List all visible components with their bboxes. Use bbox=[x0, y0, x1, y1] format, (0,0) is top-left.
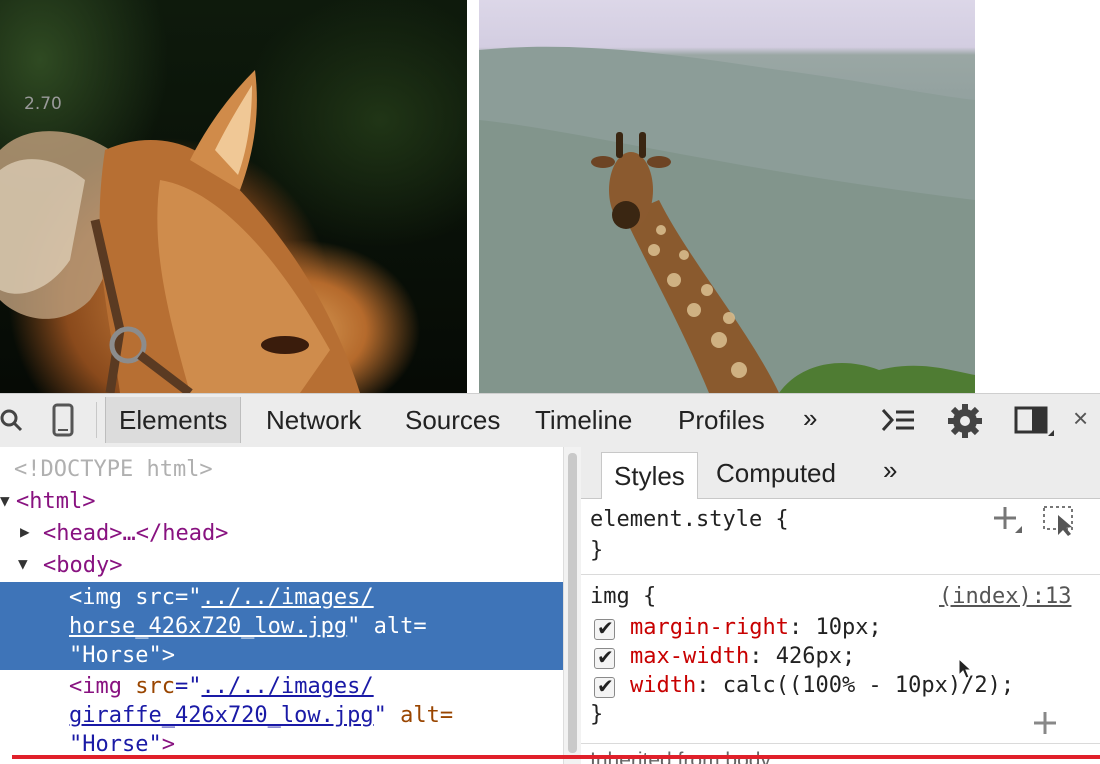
img-node-line2: giraffe_426x720_low.jpg" alt= bbox=[69, 700, 453, 731]
max-width-declaration[interactable]: max-width: 426px; bbox=[630, 644, 855, 669]
alt-attr-name: alt bbox=[373, 614, 414, 639]
progress-underline bbox=[12, 755, 1100, 759]
selected-img-node[interactable]: <img src="../../images/ horse_426x720_lo… bbox=[0, 582, 563, 670]
doctype-node[interactable]: <!DOCTYPE html> bbox=[14, 454, 213, 485]
margin-right-checkbox[interactable]: ✔ bbox=[594, 618, 615, 640]
alt-attr-name: alt bbox=[400, 703, 440, 728]
element-state-icon[interactable] bbox=[1041, 503, 1079, 542]
page-background bbox=[975, 0, 1100, 393]
devtools-toolbar: Elements Network Sources Timeline Profil… bbox=[0, 393, 1100, 448]
alt-attr-eq: = bbox=[439, 703, 454, 728]
new-style-rule-icon[interactable] bbox=[991, 503, 1025, 542]
css-property: width bbox=[630, 673, 697, 698]
src-attr-name: src bbox=[135, 585, 175, 610]
tab-styles[interactable]: Styles bbox=[601, 452, 698, 499]
expand-triangle-icon[interactable]: ▶ bbox=[20, 522, 30, 541]
styles-sidebar: Styles Computed » element.style { } img … bbox=[581, 447, 1100, 764]
sidebar-tabs: Styles Computed » bbox=[581, 447, 1100, 499]
horse-image bbox=[0, 0, 467, 393]
rule-divider bbox=[581, 743, 1100, 744]
element-style-selector[interactable]: element.style { bbox=[590, 507, 789, 532]
fps-counter: 2.70 bbox=[24, 94, 62, 114]
width-declaration[interactable]: width: calc((100% - 10px)/2); bbox=[630, 673, 1014, 698]
img-tag-close: > bbox=[161, 732, 175, 757]
elements-tree: <!DOCTYPE html> ▼ <html> ▶ <head>…</head… bbox=[0, 447, 563, 764]
more-tabs-button[interactable]: » bbox=[803, 403, 817, 434]
img-rule-close-brace: } bbox=[590, 702, 604, 727]
tab-elements[interactable]: Elements bbox=[105, 397, 242, 443]
img-node[interactable]: <img src="../../images/ bbox=[69, 671, 374, 702]
devtools-panel: Elements Network Sources Timeline Profil… bbox=[0, 393, 1100, 764]
src-attr-name: src bbox=[135, 674, 175, 699]
mouse-cursor-icon bbox=[958, 657, 973, 685]
img-tag-open: <img bbox=[69, 674, 122, 699]
giraffe-illustration bbox=[479, 46, 975, 393]
collapse-triangle-icon[interactable]: ▼ bbox=[0, 491, 10, 510]
element-style-close-brace: } bbox=[590, 538, 604, 563]
close-devtools-button[interactable]: × bbox=[1073, 403, 1088, 434]
tab-network[interactable]: Network bbox=[266, 405, 361, 436]
css-property: margin-right bbox=[630, 615, 789, 640]
horse-illustration bbox=[0, 70, 361, 393]
img-tag-open: <img bbox=[69, 585, 122, 610]
img-rule-selector[interactable]: img { bbox=[590, 584, 656, 609]
src-link-continued[interactable]: giraffe_426x720_low.jpg bbox=[69, 703, 374, 728]
rule-source-link[interactable]: (index):13 bbox=[939, 584, 1071, 609]
tab-timeline[interactable]: Timeline bbox=[535, 405, 632, 436]
src-close-quote: " bbox=[373, 703, 387, 728]
settings-gear-icon[interactable] bbox=[946, 402, 984, 445]
max-width-checkbox[interactable]: ✔ bbox=[594, 647, 615, 669]
src-link[interactable]: ../../images/ bbox=[201, 585, 373, 610]
src-attr-eq: =" bbox=[174, 585, 202, 610]
toolbar-separator bbox=[96, 402, 97, 438]
tab-profiles[interactable]: Profiles bbox=[678, 405, 765, 436]
giraffe-image bbox=[479, 0, 975, 393]
page-preview: 2.70 bbox=[0, 0, 1100, 393]
elements-scrollbar[interactable] bbox=[563, 447, 581, 764]
device-mode-icon[interactable] bbox=[52, 403, 74, 442]
body-node[interactable]: <body> bbox=[43, 550, 122, 581]
scrollbar-thumb[interactable] bbox=[568, 453, 577, 753]
alt-value: "Horse" bbox=[69, 732, 162, 757]
css-value: 426px; bbox=[775, 644, 856, 669]
src-close-quote: " bbox=[347, 614, 361, 639]
rule-divider bbox=[581, 574, 1100, 575]
img-tag-close: > bbox=[161, 643, 175, 668]
console-drawer-icon[interactable] bbox=[880, 407, 916, 438]
src-link-continued[interactable]: horse_426x720_low.jpg bbox=[69, 614, 347, 639]
width-checkbox[interactable]: ✔ bbox=[594, 676, 615, 698]
html-node[interactable]: <html> bbox=[16, 486, 95, 517]
tab-computed[interactable]: Computed bbox=[716, 458, 836, 489]
css-value: 10px; bbox=[815, 615, 882, 640]
css-property: max-width bbox=[630, 644, 750, 669]
add-property-icon[interactable] bbox=[1032, 710, 1058, 741]
tab-sources[interactable]: Sources bbox=[405, 405, 500, 436]
src-attr-eq: =" bbox=[174, 674, 202, 699]
collapse-triangle-icon[interactable]: ▼ bbox=[18, 554, 28, 573]
margin-right-declaration[interactable]: margin-right: 10px; bbox=[630, 615, 882, 640]
search-icon[interactable] bbox=[0, 407, 26, 438]
alt-attr-eq: = bbox=[413, 614, 427, 639]
alt-value: "Horse" bbox=[69, 643, 162, 668]
more-sidebar-tabs-button[interactable]: » bbox=[883, 455, 897, 486]
head-node[interactable]: <head>…</head> bbox=[43, 518, 228, 549]
src-link[interactable]: ../../images/ bbox=[201, 674, 373, 699]
dock-side-icon[interactable] bbox=[1014, 406, 1054, 443]
